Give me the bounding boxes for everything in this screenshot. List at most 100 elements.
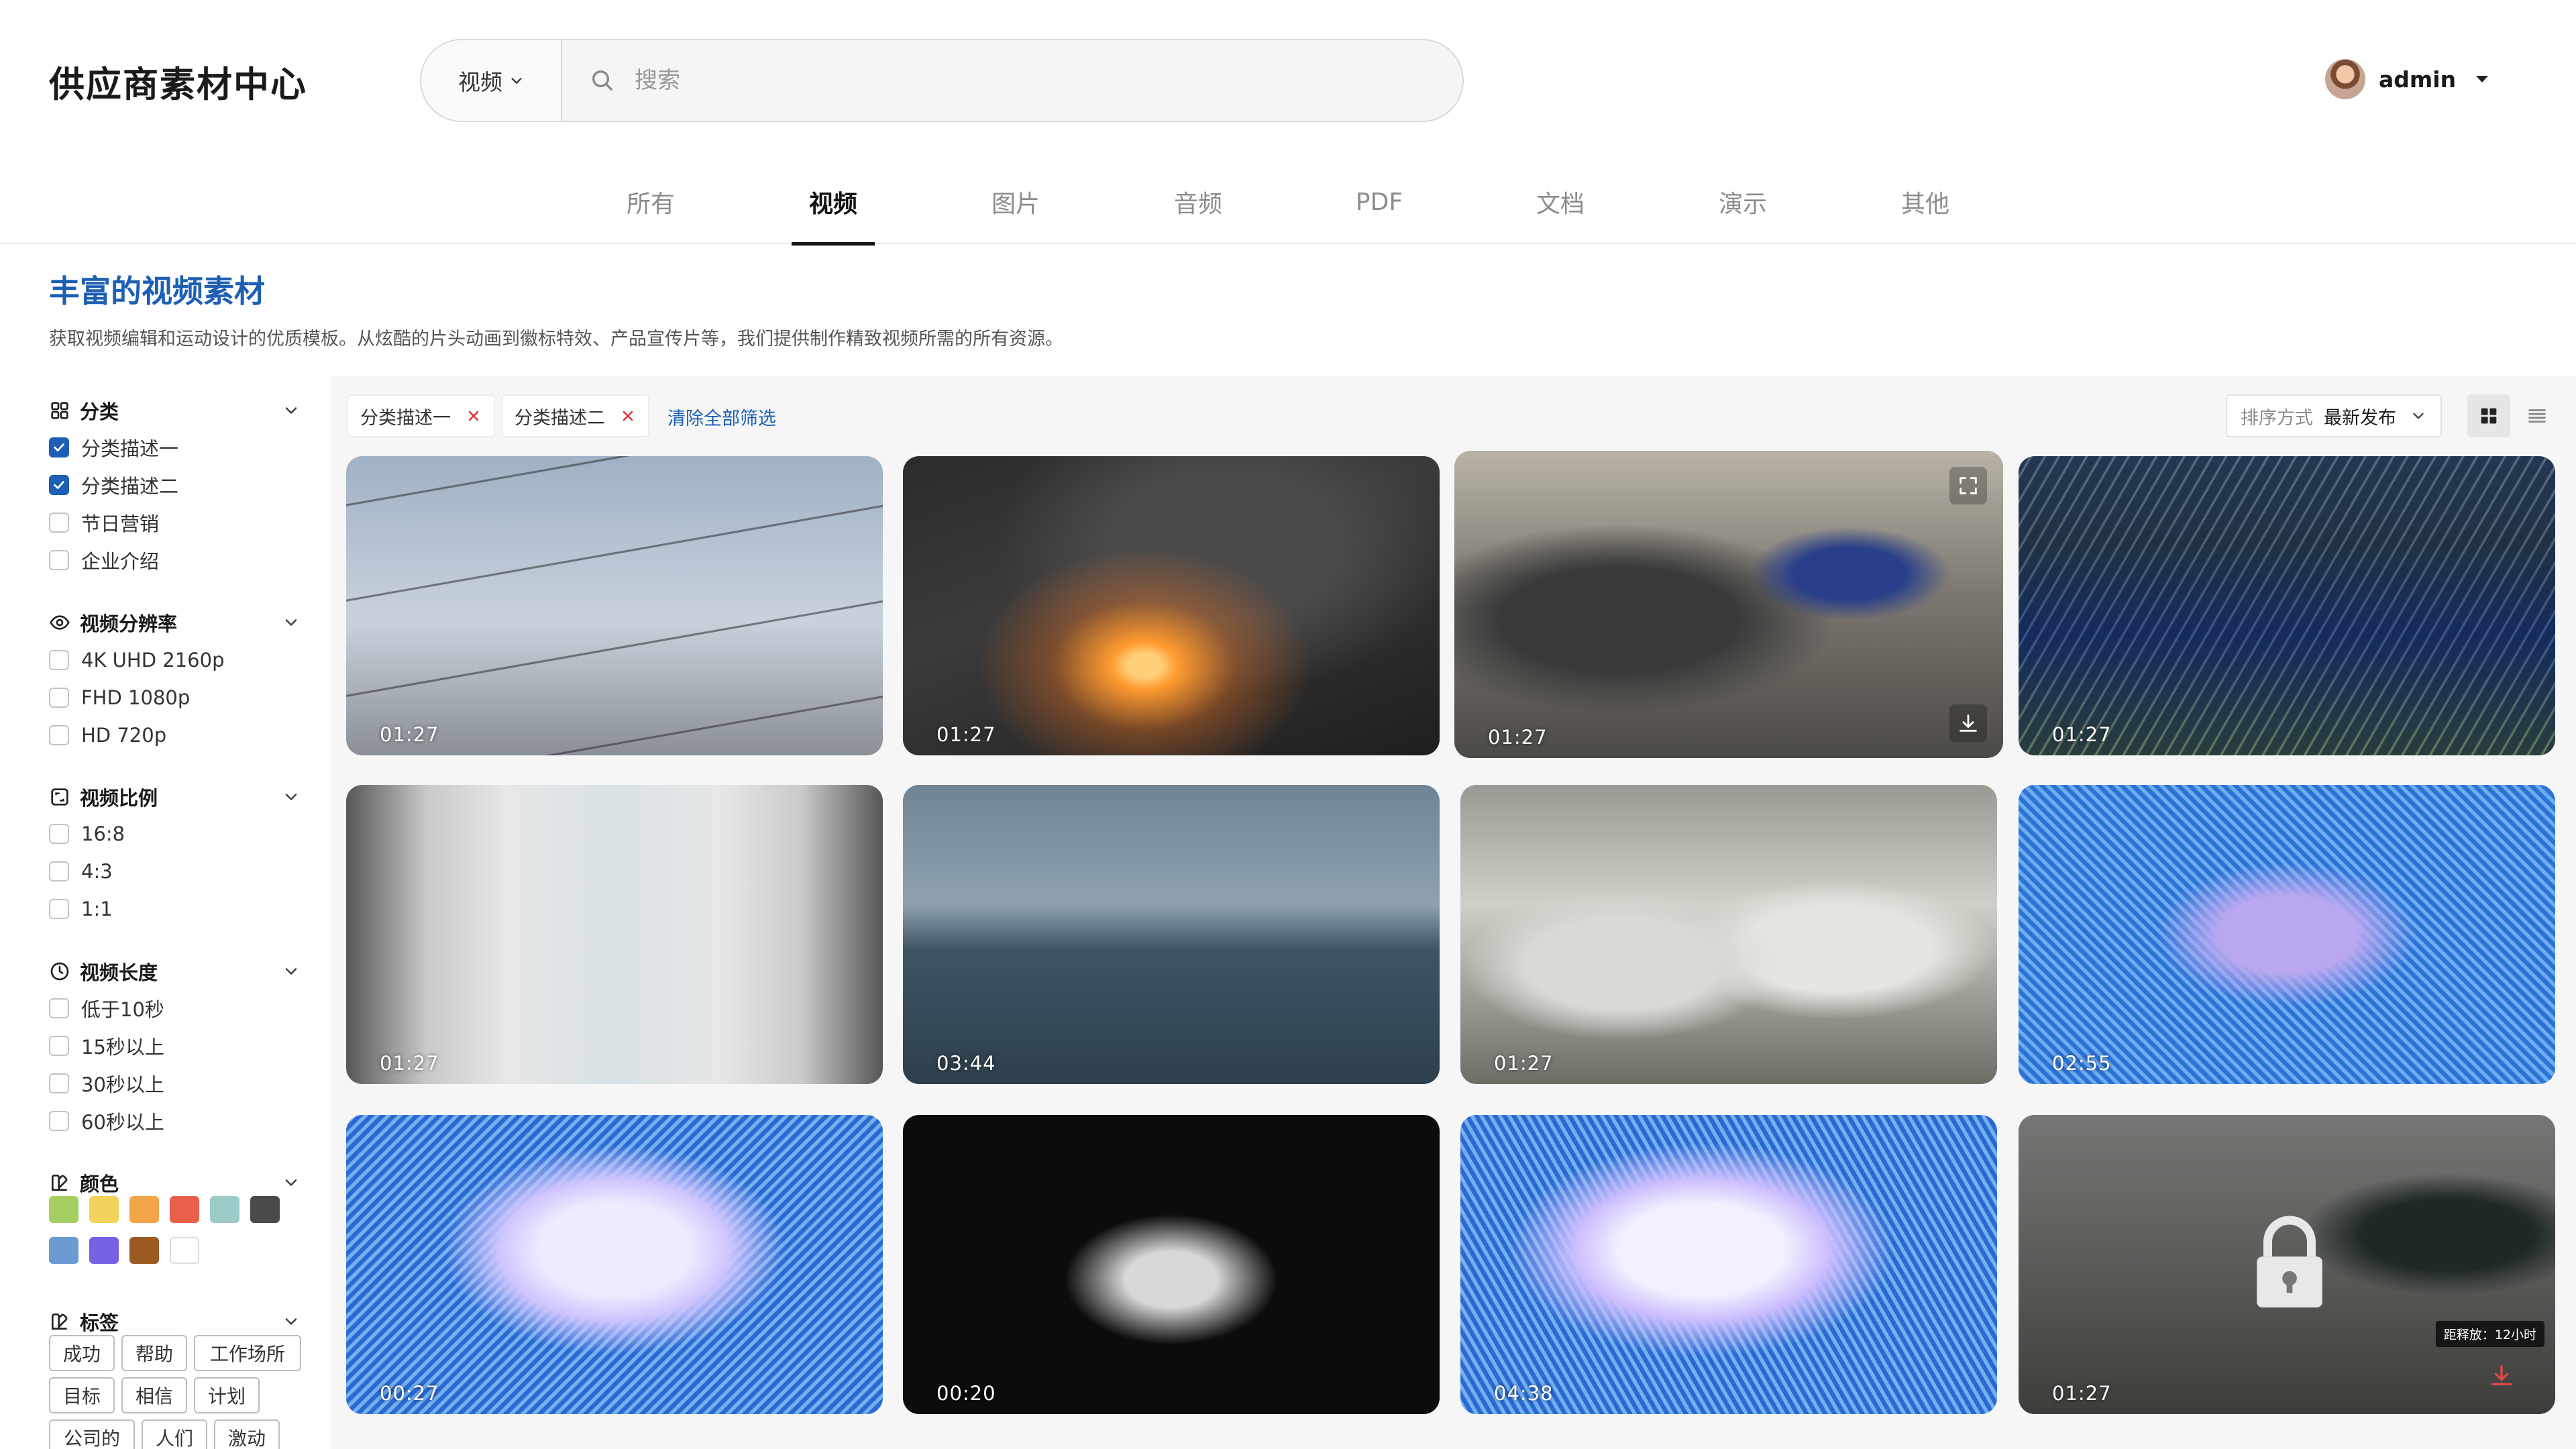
- video-card[interactable]: 01:27: [346, 785, 883, 1084]
- tag-chip[interactable]: 相信: [121, 1377, 187, 1413]
- tab-other[interactable]: 其他: [1884, 160, 1967, 244]
- checkbox[interactable]: [49, 650, 69, 670]
- video-card[interactable]: 01:27: [1454, 451, 2003, 758]
- checkbox[interactable]: [49, 725, 69, 745]
- color-swatch[interactable]: [170, 1196, 199, 1223]
- filter-option[interactable]: 4K UHD 2160p: [49, 645, 224, 675]
- tag-chip[interactable]: 目标: [49, 1377, 115, 1413]
- tab-presentation[interactable]: 演示: [1701, 160, 1784, 244]
- tag-chip[interactable]: 激动: [214, 1419, 280, 1449]
- video-duration: 00:27: [380, 1382, 439, 1405]
- video-duration: 02:55: [2052, 1052, 2112, 1075]
- search-type-dropdown[interactable]: 视频: [421, 40, 562, 121]
- video-card[interactable]: 01:27: [903, 456, 1440, 755]
- filter-section-resolution[interactable]: 视频分辨率: [49, 606, 301, 639]
- download-icon: [1960, 714, 1977, 732]
- checkbox[interactable]: [49, 1073, 69, 1093]
- checkbox-checked[interactable]: [49, 437, 69, 458]
- tab-document[interactable]: 文档: [1519, 160, 1602, 244]
- filter-option[interactable]: 企业介绍: [49, 545, 159, 575]
- color-swatch[interactable]: [49, 1196, 78, 1223]
- filter-option[interactable]: HD 720p: [49, 720, 166, 750]
- tab-video[interactable]: 视频: [792, 160, 875, 246]
- tag-chip[interactable]: 成功: [49, 1335, 115, 1371]
- fullscreen-button[interactable]: [1949, 467, 1987, 504]
- video-card[interactable]: 01:27: [346, 456, 883, 755]
- color-swatch[interactable]: [49, 1237, 78, 1264]
- results-area: 分类描述一 分类描述二 清除全部筛选 排序方式 最新发布 01:27 01:27…: [331, 376, 2576, 1449]
- checkbox[interactable]: [49, 688, 69, 708]
- filter-option-label: 1:1: [81, 898, 113, 920]
- filter-option[interactable]: 16:8: [49, 819, 125, 849]
- color-swatch[interactable]: [89, 1237, 119, 1264]
- video-card[interactable]: 02:55: [2019, 785, 2555, 1084]
- color-swatch[interactable]: [210, 1196, 239, 1223]
- filter-option[interactable]: FHD 1080p: [49, 683, 190, 712]
- user-menu[interactable]: admin: [2325, 59, 2489, 99]
- tab-all[interactable]: 所有: [609, 160, 692, 244]
- chevron-down-icon[interactable]: [282, 1312, 301, 1331]
- list-view-button[interactable]: [2516, 394, 2559, 437]
- color-swatch[interactable]: [129, 1196, 159, 1223]
- grid-view-button[interactable]: [2467, 394, 2510, 437]
- filter-section-color[interactable]: 颜色: [49, 1166, 301, 1199]
- sort-dropdown[interactable]: 排序方式 最新发布: [2226, 394, 2442, 437]
- checkbox-checked[interactable]: [49, 475, 69, 495]
- filter-option[interactable]: 节日营销: [49, 508, 159, 537]
- tab-pdf[interactable]: PDF: [1338, 160, 1421, 244]
- clear-all-filters-link[interactable]: 清除全部筛选: [667, 404, 776, 430]
- filter-option[interactable]: 低于10秒: [49, 994, 164, 1023]
- chevron-down-icon[interactable]: [282, 1173, 301, 1192]
- filter-option[interactable]: 30秒以上: [49, 1069, 164, 1098]
- remove-filter-icon[interactable]: [466, 408, 482, 424]
- checkbox[interactable]: [49, 998, 69, 1018]
- checkbox[interactable]: [49, 1111, 69, 1131]
- tag-chip[interactable]: 公司的: [49, 1419, 135, 1449]
- filter-option[interactable]: 15秒以上: [49, 1031, 164, 1061]
- checkbox[interactable]: [49, 1036, 69, 1056]
- color-swatch[interactable]: [129, 1237, 159, 1264]
- checkbox[interactable]: [49, 861, 69, 881]
- video-duration: 03:44: [936, 1052, 996, 1075]
- video-card-locked[interactable]: 距释放：12小时 01:27: [2019, 1115, 2555, 1414]
- chevron-down-icon[interactable]: [282, 962, 301, 981]
- video-card[interactable]: 00:20: [903, 1115, 1440, 1414]
- filter-option[interactable]: 1:1: [49, 894, 113, 924]
- clock-icon: [49, 961, 70, 982]
- filter-section-ratio[interactable]: 视频比例: [49, 780, 301, 814]
- video-card[interactable]: 01:27: [1460, 785, 1997, 1084]
- download-button[interactable]: [1949, 704, 1987, 742]
- download-icon[interactable]: [2488, 1362, 2515, 1389]
- filter-section-tags[interactable]: 标签: [49, 1305, 301, 1338]
- chevron-down-icon[interactable]: [282, 613, 301, 632]
- checkbox[interactable]: [49, 513, 69, 533]
- tab-image[interactable]: 图片: [974, 160, 1057, 244]
- checkbox[interactable]: [49, 550, 69, 570]
- filter-option[interactable]: 分类描述一: [49, 433, 178, 462]
- video-card[interactable]: 00:27: [346, 1115, 883, 1414]
- video-duration: 04:38: [1494, 1382, 1554, 1405]
- search-input[interactable]: [635, 60, 1462, 101]
- tag-chip[interactable]: 计划: [194, 1377, 260, 1413]
- tag-chip[interactable]: 工作场所: [194, 1335, 301, 1371]
- video-card[interactable]: 04:38: [1460, 1115, 1997, 1414]
- tab-audio[interactable]: 音频: [1157, 160, 1240, 244]
- app-logo[interactable]: 供应商素材中心: [49, 56, 307, 107]
- filter-section-category[interactable]: 分类: [49, 394, 301, 427]
- tag-chip[interactable]: 人们: [142, 1419, 207, 1449]
- remove-filter-icon[interactable]: [620, 408, 636, 424]
- chevron-down-icon[interactable]: [282, 788, 301, 806]
- color-swatch[interactable]: [250, 1196, 280, 1223]
- tag-chip[interactable]: 帮助: [121, 1335, 187, 1371]
- filter-option[interactable]: 60秒以上: [49, 1106, 164, 1136]
- checkbox[interactable]: [49, 899, 69, 919]
- color-swatch[interactable]: [89, 1196, 119, 1223]
- filter-option[interactable]: 4:3: [49, 857, 113, 886]
- video-card[interactable]: 01:27: [2019, 456, 2555, 755]
- filter-section-length[interactable]: 视频长度: [49, 955, 301, 988]
- chevron-down-icon[interactable]: [282, 401, 301, 420]
- filter-option[interactable]: 分类描述二: [49, 470, 178, 500]
- video-card[interactable]: 03:44: [903, 785, 1440, 1084]
- checkbox[interactable]: [49, 824, 69, 844]
- color-swatch[interactable]: [170, 1237, 199, 1264]
